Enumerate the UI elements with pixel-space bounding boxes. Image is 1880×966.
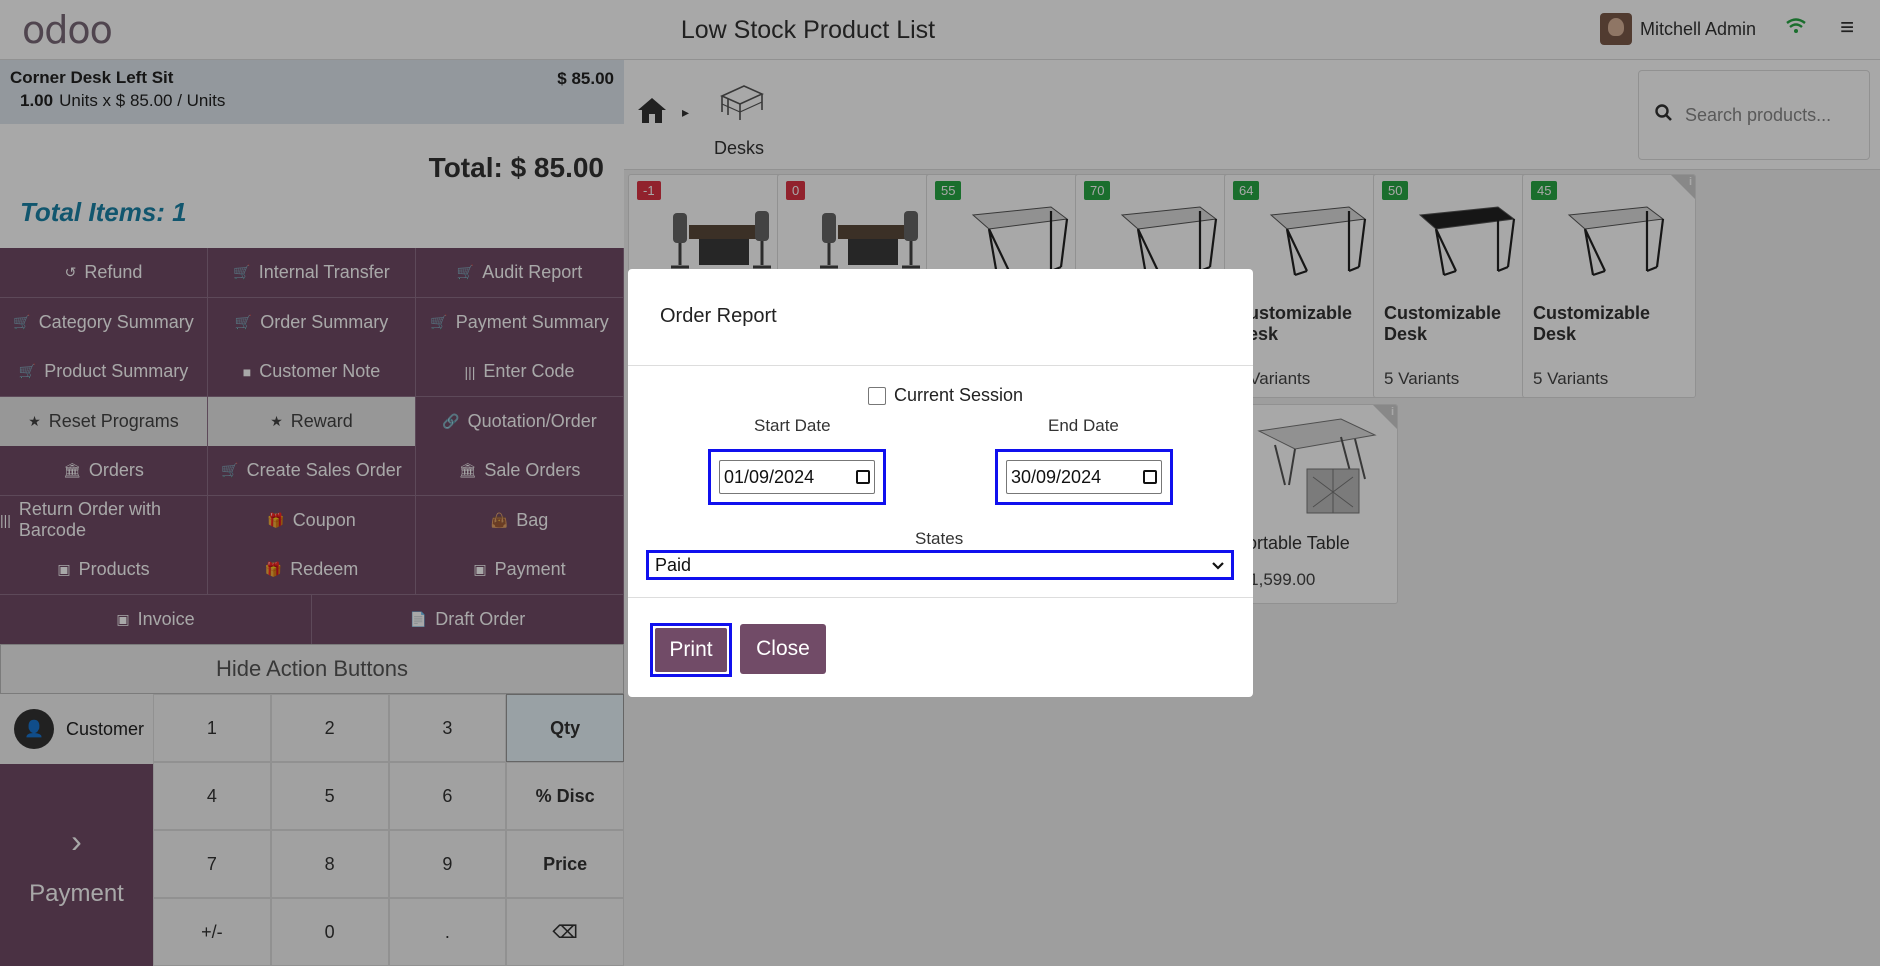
chevron-down-icon [1211, 555, 1225, 576]
divider [628, 597, 1253, 598]
order-report-dialog: Order Report Current Session Start Date … [628, 269, 1253, 697]
close-button[interactable]: Close [740, 624, 826, 674]
start-date-input[interactable]: 01/09/2024 [719, 460, 875, 494]
print-button[interactable]: Print [655, 628, 727, 672]
states-label: States [915, 529, 964, 548]
divider [628, 365, 1253, 366]
start-date-value: 01/09/2024 [724, 466, 815, 487]
end-date-label: End Date [1048, 416, 1119, 435]
current-session-checkbox[interactable] [868, 386, 886, 405]
end-date-value: 30/09/2024 [1011, 466, 1102, 487]
current-session-label: Current Session [894, 385, 1024, 405]
start-date-field[interactable]: 01/09/2024 [708, 449, 886, 505]
states-select[interactable]: Paid [646, 550, 1234, 580]
print-button-focus: Print [650, 623, 732, 677]
start-date-label: Start Date [754, 416, 831, 435]
end-date-input[interactable]: 30/09/2024 [1006, 460, 1162, 494]
calendar-icon[interactable] [856, 470, 870, 484]
states-selected-value: Paid [655, 554, 692, 575]
calendar-icon[interactable] [1143, 470, 1157, 484]
current-session-row[interactable]: Current Session [868, 385, 1023, 406]
end-date-field[interactable]: 30/09/2024 [995, 449, 1173, 505]
dialog-title: Order Report [660, 305, 777, 327]
